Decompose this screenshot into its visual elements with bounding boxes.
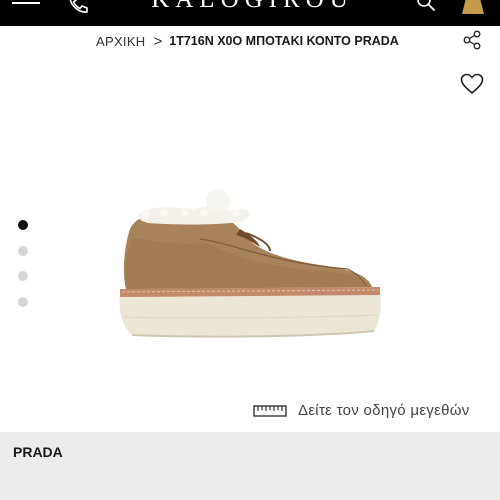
heart-icon[interactable] xyxy=(460,73,484,95)
size-guide-label[interactable]: Δείτε τον οδηγό μεγεθών xyxy=(298,402,470,419)
phone-icon[interactable] xyxy=(66,0,88,14)
brand-logo[interactable]: KALOGIROU xyxy=(145,0,360,13)
share-icon[interactable] xyxy=(462,30,482,50)
bag-icon[interactable] xyxy=(461,0,485,14)
breadcrumb-separator: > xyxy=(153,32,163,50)
product-info-section: PRADA xyxy=(0,432,500,500)
breadcrumb-home-link[interactable]: ΑΡΧΙΚΗ xyxy=(96,34,145,49)
search-icon[interactable] xyxy=(416,0,436,12)
product-brand[interactable]: PRADA xyxy=(13,444,63,460)
size-guide-link[interactable]: Δείτε τον οδηγό μεγεθών xyxy=(253,400,470,420)
top-navigation-bar: KALOGIROU xyxy=(0,0,500,26)
gallery-pagination xyxy=(18,220,30,310)
gallery-dot-3[interactable] xyxy=(18,271,28,281)
ruler-icon xyxy=(253,405,287,417)
gallery-dot-2[interactable] xyxy=(18,246,28,256)
product-image[interactable] xyxy=(112,185,392,345)
breadcrumb-current: 1T716N X0O ΜΠΟΤΑΚΙ ΚΟΝΤΟ PRADA xyxy=(169,34,399,48)
menu-icon[interactable] xyxy=(12,0,42,10)
gallery-dot-4[interactable] xyxy=(18,297,28,307)
breadcrumb: ΑΡΧΙΚΗ > 1T716N X0O ΜΠΟΤΑΚΙ ΚΟΝΤΟ PRADA xyxy=(96,32,399,50)
gallery-dot-1[interactable] xyxy=(18,220,28,230)
